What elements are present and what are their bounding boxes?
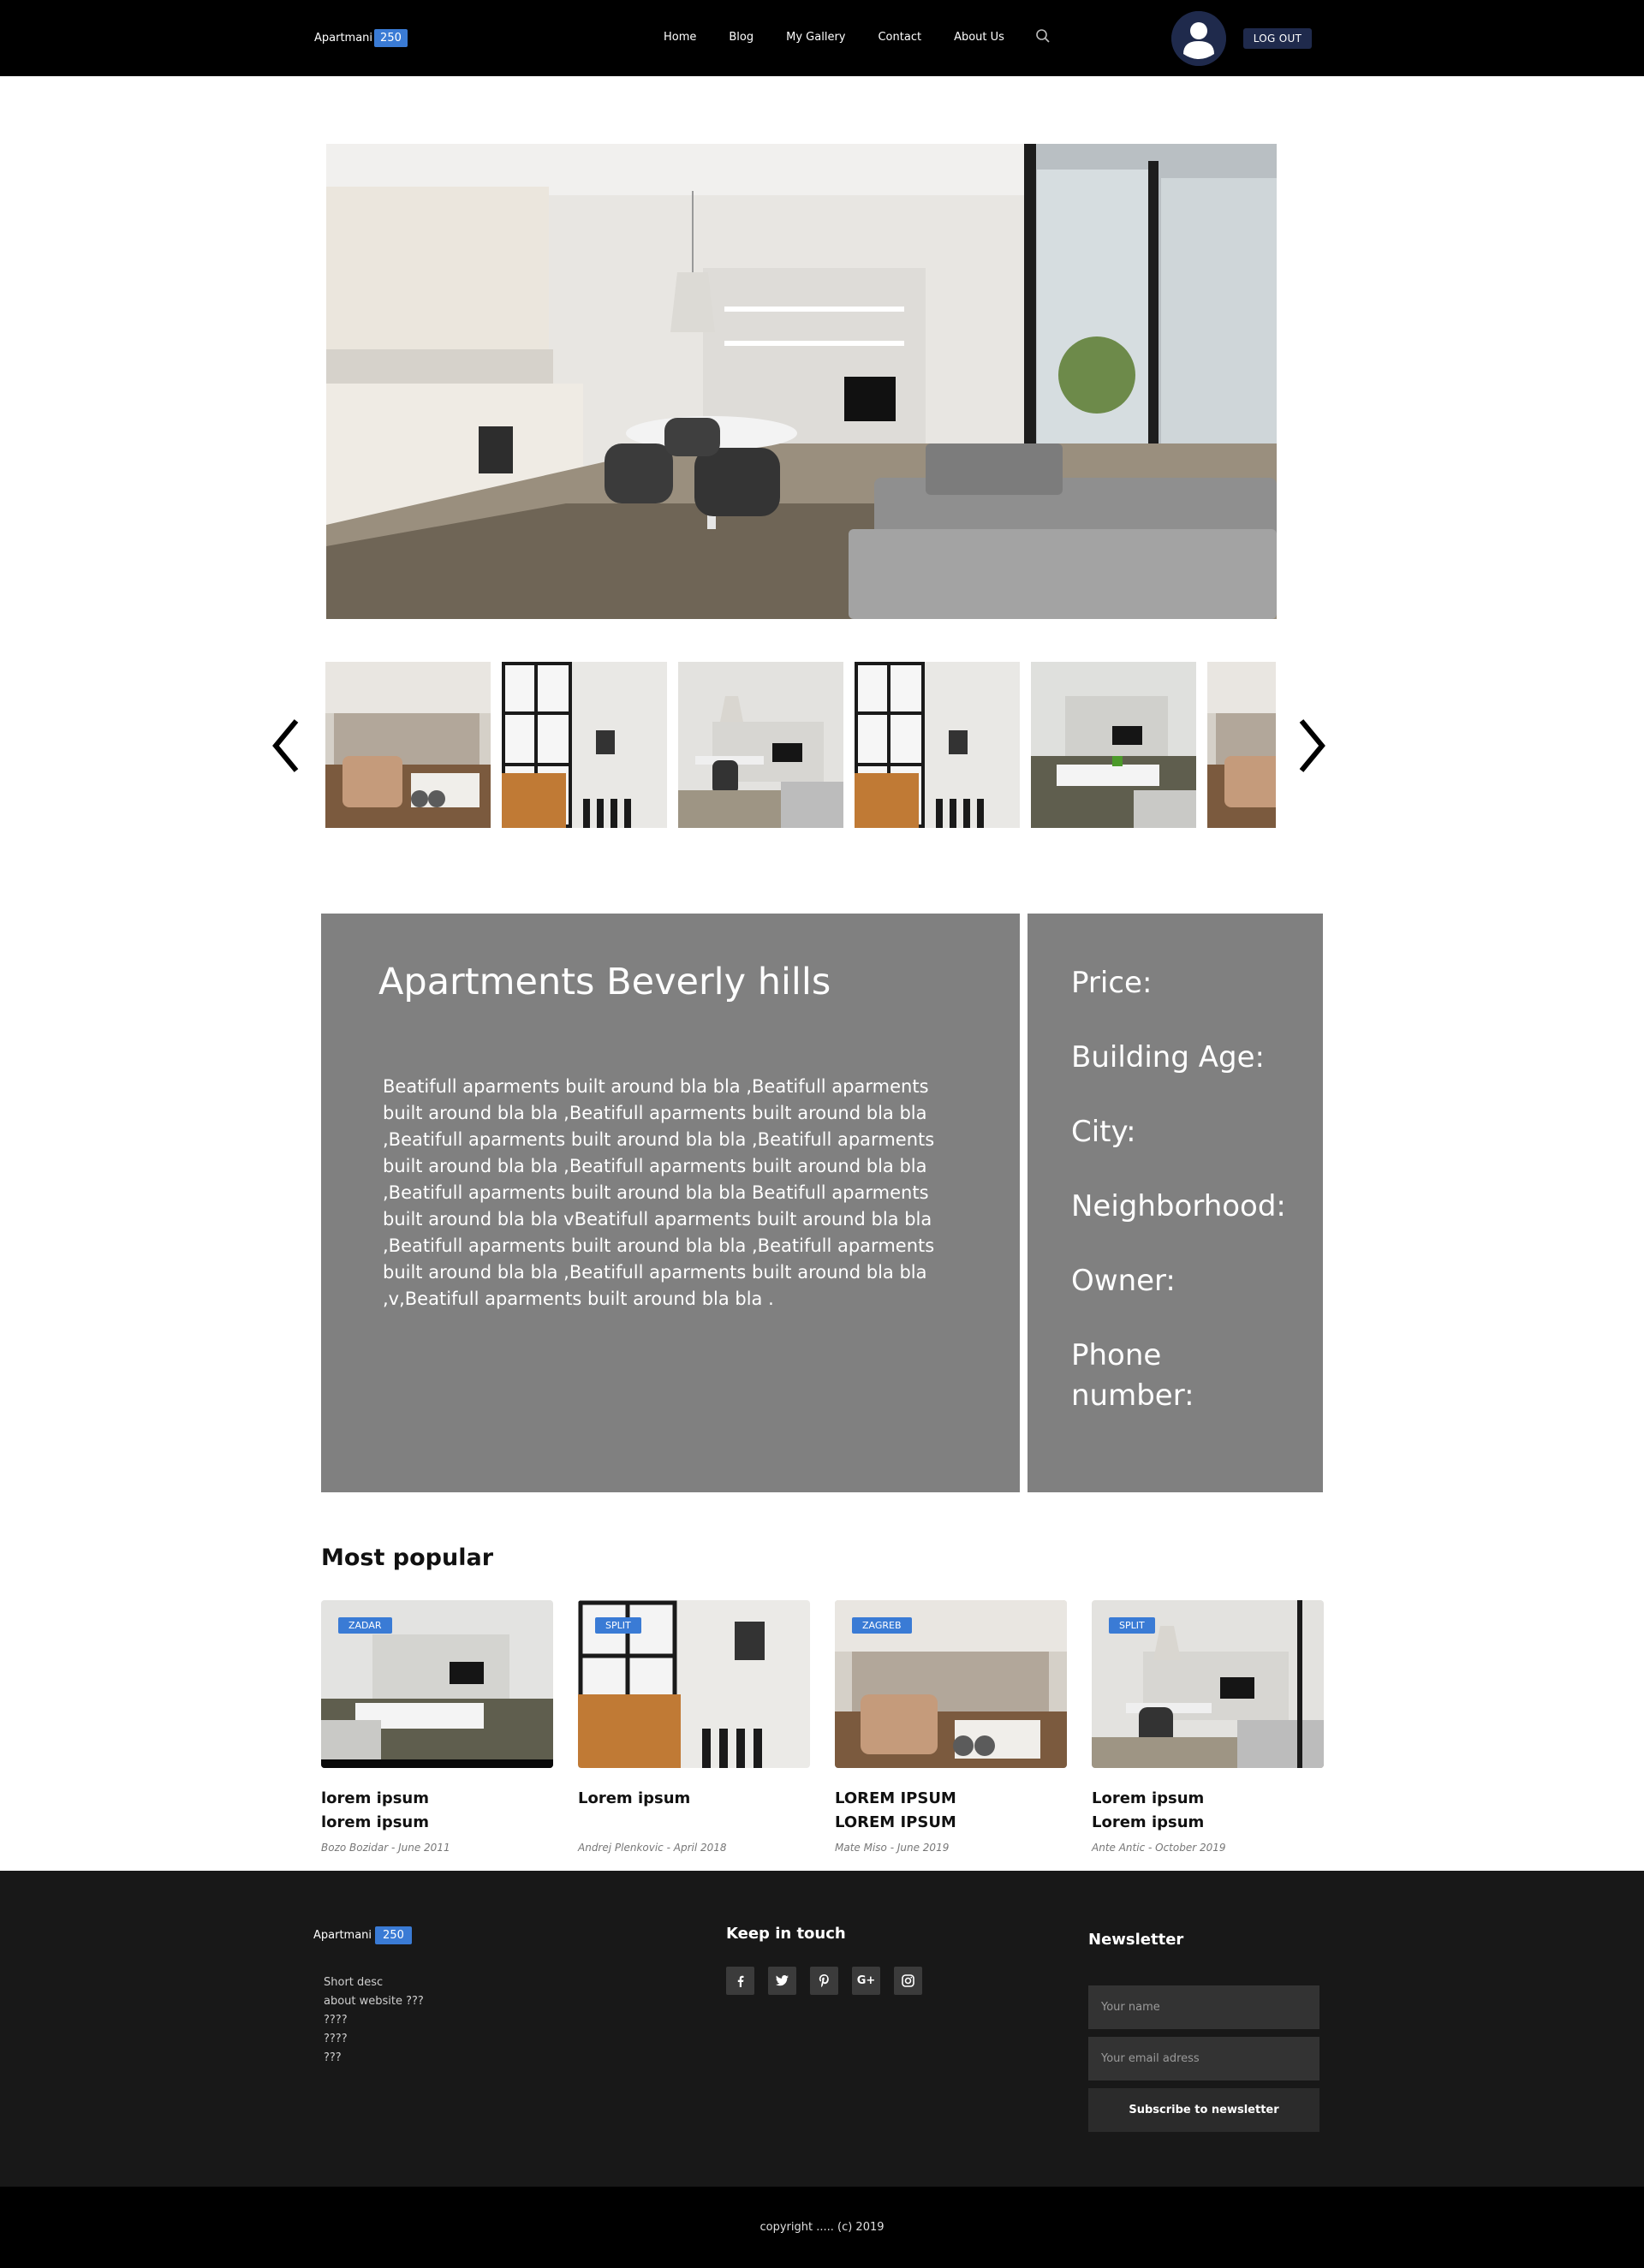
spec-building-age: Building Age:	[1071, 1040, 1265, 1074]
spec-owner: Owner:	[1071, 1264, 1176, 1298]
gallery-thumbnail[interactable]	[1031, 662, 1196, 828]
listing-description: Beatifull aparments built around bla bla…	[383, 1076, 935, 1309]
gallery-thumbnail[interactable]	[502, 662, 667, 828]
main-nav: Home Blog My Gallery Contact About Us	[664, 28, 1051, 44]
footer-brand-badge: 250	[375, 1926, 412, 1944]
card-title-line: Lorem ipsum	[578, 1789, 691, 1807]
footer-desc-line: ???	[324, 2051, 342, 2064]
facebook-icon[interactable]	[726, 1967, 754, 1995]
instagram-icon[interactable]	[894, 1967, 922, 1995]
newsletter-name-input[interactable]	[1088, 1985, 1319, 2029]
nav-my-gallery[interactable]: My Gallery	[786, 31, 845, 44]
popular-card[interactable]: ZADAR lorem ipsum lorem ipsum Bozo Bozid…	[321, 1600, 553, 1854]
card-title-line: LOREM IPSUM	[835, 1789, 956, 1807]
footer-desc-line: Short desc	[324, 1976, 384, 1989]
card-title-line: Lorem ipsum	[1092, 1789, 1205, 1807]
card-image[interactable]: ZADAR	[321, 1600, 553, 1768]
card-meta: Ante Antic - October 2019	[1092, 1842, 1226, 1854]
main-apartment-photo	[326, 144, 1277, 619]
nav-contact[interactable]: Contact	[878, 31, 921, 44]
most-popular-heading: Most popular	[321, 1545, 494, 1571]
pinterest-icon[interactable]	[810, 1967, 838, 1995]
listing-title: Apartments Beverly hills	[378, 961, 831, 1003]
spec-city: City:	[1071, 1115, 1136, 1149]
card-title[interactable]: Lorem ipsum Lorem ipsum	[1092, 1787, 1324, 1835]
spec-price: Price:	[1071, 966, 1153, 1000]
newsletter-email-input[interactable]	[1088, 2037, 1319, 2080]
gallery-thumbnail[interactable]	[678, 662, 843, 828]
chevron-right-icon	[1299, 719, 1325, 772]
nav-home[interactable]: Home	[664, 31, 696, 44]
user-avatar-icon[interactable]	[1171, 11, 1226, 66]
card-title-line: LOREM IPSUM	[835, 1813, 956, 1831]
city-badge[interactable]: ZAGREB	[852, 1617, 912, 1634]
top-navbar: Apartmani 250 Home Blog My Gallery Conta…	[0, 0, 1644, 76]
city-badge[interactable]: SPLIT	[595, 1617, 641, 1634]
search-icon[interactable]	[1035, 28, 1051, 44]
gallery-thumbnail[interactable]	[1207, 662, 1276, 828]
gallery-next-button[interactable]	[1293, 716, 1327, 776]
copyright-bar: copyright ..... (c) 2019	[0, 2187, 1644, 2268]
popular-card[interactable]: SPLIT Lorem ipsum Andrej Plenkovic - Apr…	[578, 1600, 810, 1854]
keep-in-touch-heading: Keep in touch	[726, 1925, 846, 1943]
card-meta: Bozo Bozidar - June 2011	[321, 1842, 450, 1854]
footer-desc-line: ????	[324, 2014, 348, 2027]
social-links: G+	[726, 1967, 936, 1995]
footer-desc-line: about website ???	[324, 1995, 424, 2008]
popular-card[interactable]: SPLIT Lorem ipsum Lorem ipsum Ante Antic…	[1092, 1600, 1324, 1854]
nav-blog[interactable]: Blog	[729, 31, 754, 44]
city-badge[interactable]: ZADAR	[338, 1617, 392, 1634]
listing-specs-panel: Price: Building Age: City: Neighborhood:…	[1028, 914, 1323, 1492]
card-title-line: lorem ipsum	[321, 1813, 429, 1831]
twitter-icon[interactable]	[768, 1967, 796, 1995]
gallery-prev-button[interactable]	[271, 716, 305, 776]
card-image[interactable]: ZAGREB	[835, 1600, 1067, 1768]
copyright-text: copyright ..... (c) 2019	[759, 2221, 885, 2234]
footer-brand-name: Apartmani	[313, 1929, 372, 1942]
footer-desc-line: ????	[324, 2033, 348, 2045]
city-badge[interactable]: SPLIT	[1109, 1617, 1155, 1634]
thumbnail-strip	[325, 662, 1276, 828]
card-image[interactable]: SPLIT	[578, 1600, 810, 1768]
logout-button[interactable]: LOG OUT	[1243, 28, 1312, 49]
nav-about-us[interactable]: About Us	[954, 31, 1004, 44]
card-title-line: lorem ipsum	[321, 1789, 429, 1807]
subscribe-button[interactable]: Subscribe to newsletter	[1088, 2088, 1319, 2132]
footer-description: Short desc about website ??? ???? ???? ?…	[324, 1973, 424, 2068]
chevron-left-icon	[272, 719, 299, 772]
card-meta: Mate Miso - June 2019	[835, 1842, 950, 1854]
footer-brand-logo[interactable]: Apartmani 250	[313, 1926, 412, 1944]
google-plus-icon[interactable]: G+	[852, 1967, 880, 1995]
brand-name: Apartmani	[314, 32, 373, 45]
card-title-line: Lorem ipsum	[1092, 1813, 1205, 1831]
card-image[interactable]: SPLIT	[1092, 1600, 1324, 1768]
spec-phone-number: Phone number:	[1071, 1338, 1194, 1413]
gallery-thumbnail[interactable]	[855, 662, 1020, 828]
footer: Apartmani 250 Short desc about website ?…	[0, 1871, 1644, 2187]
card-meta: Andrej Plenkovic - April 2018	[578, 1842, 727, 1854]
card-title[interactable]: Lorem ipsum	[578, 1787, 810, 1811]
spec-neighborhood: Neighborhood:	[1071, 1189, 1286, 1223]
listing-description-panel: Apartments Beverly hills Beatifull aparm…	[321, 914, 1020, 1492]
popular-card[interactable]: ZAGREB LOREM IPSUM LOREM IPSUM Mate Miso…	[835, 1600, 1067, 1854]
newsletter-heading: Newsletter	[1088, 1931, 1184, 1949]
brand-logo[interactable]: Apartmani 250	[314, 29, 408, 47]
brand-badge: 250	[374, 29, 408, 47]
card-title[interactable]: lorem ipsum lorem ipsum	[321, 1787, 553, 1835]
card-title[interactable]: LOREM IPSUM LOREM IPSUM	[835, 1787, 1067, 1835]
gallery-thumbnail[interactable]	[325, 662, 491, 828]
